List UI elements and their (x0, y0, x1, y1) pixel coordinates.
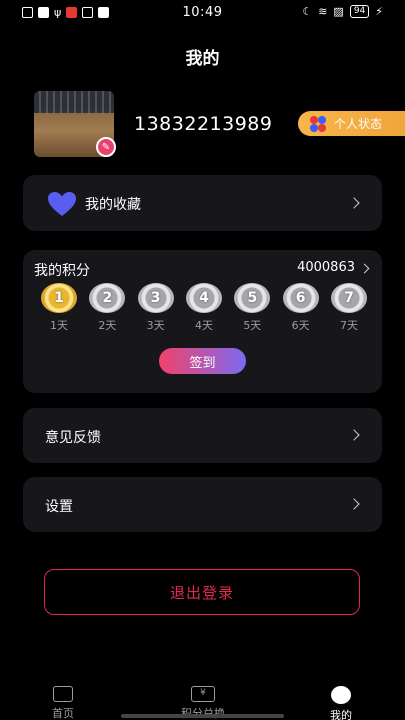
ticket-icon: ¥ (191, 686, 215, 702)
day-item: 4 4天 (184, 283, 224, 333)
favorites-row[interactable]: 我的收藏 (23, 175, 382, 231)
feedback-row[interactable]: 意见反馈 (23, 408, 382, 463)
chevron-right-icon (348, 429, 360, 441)
profile-icon (331, 686, 351, 704)
signal-icon: ▨ (333, 5, 344, 18)
day-item: 7 7天 (329, 283, 369, 333)
logout-button[interactable]: 退出登录 (44, 569, 360, 615)
day-label: 7天 (339, 319, 358, 332)
settings-row[interactable]: 设置 (23, 477, 382, 532)
home-icon (53, 686, 73, 702)
page-title: 我的 (185, 49, 220, 69)
day-item: 1 1天 (39, 283, 79, 333)
battery-icon: 94 (349, 5, 370, 18)
chevron-right-icon (348, 197, 360, 209)
system-icons: ☾ ≋ ▨ 94 ⚡ (302, 5, 383, 18)
heart-icon (48, 192, 76, 216)
nav-home-label: 首页 (52, 707, 74, 720)
day-item: 3 3天 (136, 283, 176, 333)
wifi-icon: ≋ (318, 5, 328, 18)
day-label: 5天 (243, 319, 262, 332)
day-item: 2 2天 (87, 283, 127, 333)
flower-icon (310, 115, 326, 132)
feedback-label: 意见反馈 (45, 430, 101, 446)
chevron-right-icon[interactable] (359, 263, 370, 274)
day-label: 1天 (50, 319, 68, 332)
day-item: 6 6天 (281, 283, 321, 333)
signin-days: 1 1天 2 2天 3 3天 4 4天 5 5天 6 6天 7 7天 (39, 283, 369, 333)
coin-icon: 2 (89, 283, 126, 313)
coin-icon: 5 (234, 283, 271, 313)
nav-profile[interactable]: 我的 (306, 686, 376, 720)
coin-icon: 6 (282, 283, 319, 313)
coin-icon: 1 (41, 283, 77, 313)
charging-icon: ⚡ (375, 5, 383, 18)
points-card: 我的积分 4000863 1 1天 2 2天 3 3天 4 4天 5 5天 6 … (23, 250, 382, 393)
status-bar: ψ 10:49 ☾ ≋ ▨ 94 ⚡ (0, 0, 405, 26)
coin-icon: 4 (185, 283, 222, 313)
favorites-label: 我的收藏 (85, 197, 141, 213)
day-label: 6天 (291, 319, 310, 332)
moon-icon: ☾ (302, 5, 313, 18)
user-phone: 13832213989 (134, 113, 273, 135)
nav-profile-label: 我的 (330, 709, 352, 720)
chevron-right-icon (348, 498, 360, 510)
personal-status-button[interactable]: 个人状态 (298, 111, 405, 136)
nav-home[interactable]: 首页 (28, 686, 98, 720)
day-label: 4天 (194, 319, 213, 332)
points-title: 我的积分 (34, 263, 90, 279)
day-label: 3天 (146, 319, 165, 332)
edit-avatar-icon[interactable]: ✎ (96, 137, 116, 157)
signin-button[interactable]: 签到 (159, 348, 246, 374)
settings-label: 设置 (45, 499, 73, 515)
home-indicator[interactable] (121, 714, 284, 718)
points-total[interactable]: 4000863 (297, 260, 355, 275)
personal-status-label: 个人状态 (334, 117, 383, 131)
coin-icon: 3 (137, 283, 174, 313)
day-item: 5 5天 (232, 283, 272, 333)
coin-icon: 7 (330, 283, 367, 313)
day-label: 2天 (98, 319, 117, 332)
